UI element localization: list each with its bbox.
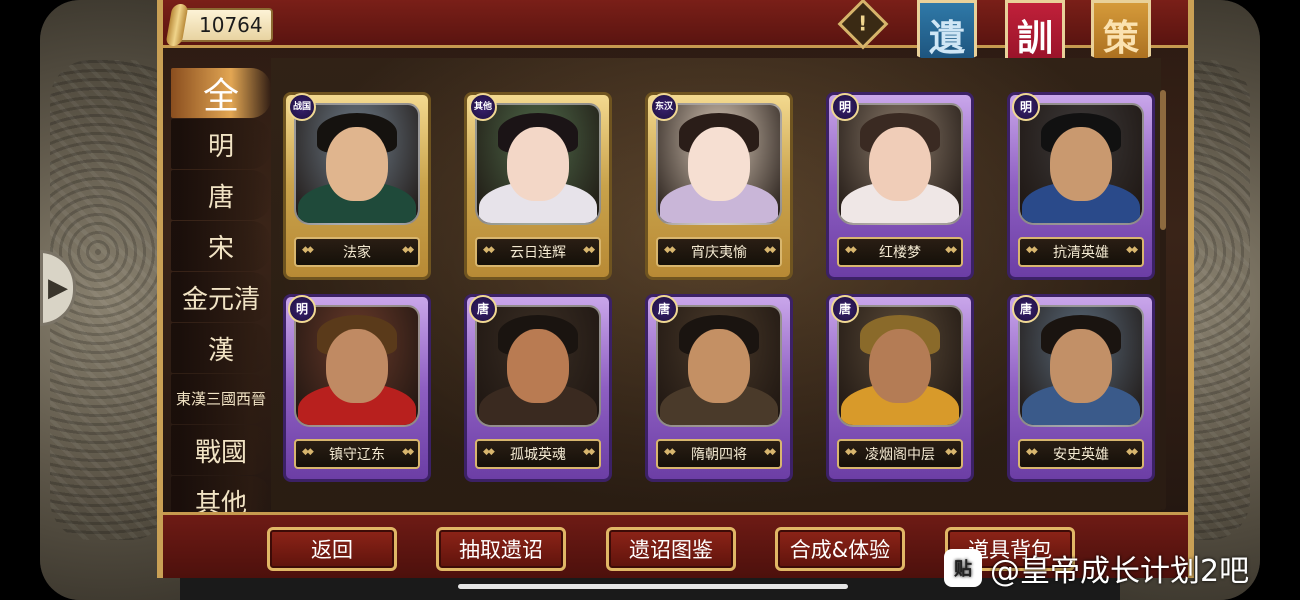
edict-card[interactable]: 战国法家: [283, 92, 431, 280]
era-badge: 唐: [831, 295, 859, 323]
tieba-logo-icon: 贴: [944, 549, 982, 587]
character-portrait: [656, 103, 782, 225]
era-badge: 唐: [1012, 295, 1040, 323]
era-badge: 明: [831, 93, 859, 121]
game-screen: 10764 ! 遺 訓 策 全明唐宋金元清漢東漢三國西晉戰國其他 战国法家其他云…: [157, 0, 1194, 578]
category-tab-3[interactable]: 宋: [171, 221, 271, 271]
edict-card[interactable]: 明抗清英雄: [1007, 92, 1155, 280]
card-grid: 战国法家其他云日连辉东汉宵庆夷愉明红楼梦明抗清英雄明镇守辽东唐孤城英魂唐隋朝四将…: [283, 92, 1155, 482]
portrait-face: [507, 329, 569, 403]
character-portrait: [294, 103, 420, 225]
character-portrait: [837, 305, 963, 427]
watermark: 贴 @皇帝成长计划2吧: [944, 548, 1250, 589]
category-tab-0[interactable]: 全: [171, 68, 271, 118]
edict-card[interactable]: 唐孤城英魂: [464, 294, 612, 482]
portrait-face: [688, 329, 750, 403]
era-badge: 唐: [650, 295, 678, 323]
currency-value: 10764: [199, 13, 263, 37]
card-name: 孤城英魂: [475, 439, 601, 469]
character-portrait: [294, 305, 420, 427]
character-portrait: [475, 305, 601, 427]
portrait-face: [688, 127, 750, 201]
era-badge: 东汉: [650, 93, 678, 121]
character-portrait: [837, 103, 963, 225]
card-name: 镇守辽东: [294, 439, 420, 469]
top-bar: 10764 ! 遺 訓 策: [163, 0, 1188, 82]
card-name: 抗清英雄: [1018, 237, 1144, 267]
category-tab-7[interactable]: 戰國: [171, 425, 271, 475]
portrait-face: [326, 329, 388, 403]
edict-gallery-button[interactable]: 遗诏图鉴: [606, 527, 736, 571]
currency-display: 10764: [177, 8, 273, 42]
era-badge: 明: [1012, 93, 1040, 121]
card-name: 云日连辉: [475, 237, 601, 267]
edict-card[interactable]: 唐安史英雄: [1007, 294, 1155, 482]
category-tab-2[interactable]: 唐: [171, 170, 271, 220]
card-name: 凌烟阁中层: [837, 439, 963, 469]
combine-experience-button[interactable]: 合成&体验: [775, 527, 905, 571]
warning-icon[interactable]: !: [837, 0, 889, 50]
edict-card[interactable]: 唐凌烟阁中层: [826, 294, 974, 482]
character-portrait: [1018, 103, 1144, 225]
card-name: 红楼梦: [837, 237, 963, 267]
portrait-face: [869, 329, 931, 403]
era-badge: 其他: [469, 93, 497, 121]
portrait-face: [1050, 127, 1112, 201]
category-tab-1[interactable]: 明: [171, 119, 271, 169]
era-badge: 明: [288, 295, 316, 323]
card-scrollbar[interactable]: [1160, 90, 1166, 510]
portrait-face: [326, 127, 388, 201]
edict-card[interactable]: 其他云日连辉: [464, 92, 612, 280]
portrait-face: [869, 127, 931, 201]
card-name: 隋朝四将: [656, 439, 782, 469]
character-portrait: [475, 103, 601, 225]
category-tab-4[interactable]: 金元清: [171, 272, 271, 322]
edict-card[interactable]: 明红楼梦: [826, 92, 974, 280]
portrait-face: [1050, 329, 1112, 403]
watermark-text: @皇帝成长计划2吧: [990, 554, 1250, 589]
card-name: 安史英雄: [1018, 439, 1144, 469]
character-portrait: [656, 305, 782, 427]
draw-edict-button[interactable]: 抽取遗诏: [436, 527, 566, 571]
portrait-face: [507, 127, 569, 201]
category-list: 全明唐宋金元清漢東漢三國西晉 戰國 其他: [171, 68, 271, 527]
edict-card[interactable]: 唐隋朝四将: [645, 294, 793, 482]
era-badge: 唐: [469, 295, 497, 323]
era-badge: 战国: [288, 93, 316, 121]
card-name: 宵庆夷愉: [656, 237, 782, 267]
category-tab-6[interactable]: 東漢三國西晉: [171, 374, 271, 424]
character-portrait: [1018, 305, 1144, 427]
home-indicator[interactable]: [458, 584, 848, 589]
edict-card[interactable]: 明镇守辽东: [283, 294, 431, 482]
category-tab-5[interactable]: 漢: [171, 323, 271, 373]
edict-card[interactable]: 东汉宵庆夷愉: [645, 92, 793, 280]
card-name: 法家: [294, 237, 420, 267]
back-button[interactable]: 返回: [267, 527, 397, 571]
